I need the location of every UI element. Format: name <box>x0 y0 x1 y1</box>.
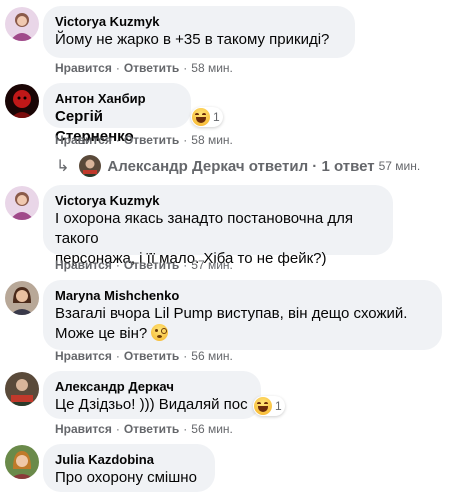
avatar[interactable] <box>5 186 39 220</box>
reply-button[interactable]: Ответить <box>124 61 179 75</box>
comment-author[interactable]: Александр Деркач <box>55 379 249 395</box>
haha-reaction-icon <box>254 397 272 415</box>
comment-bubble: Maryna Mishchenko Взагалі вчора Lil Pump… <box>43 280 442 350</box>
comment-timestamp[interactable]: 58 мин. <box>191 61 233 75</box>
comment-timestamp[interactable]: 56 мин. <box>191 349 233 363</box>
comment-timestamp[interactable]: 58 мин. <box>191 133 233 147</box>
avatar[interactable] <box>5 372 39 406</box>
comment-text-line: Може це він? <box>55 324 430 344</box>
comment-bubble: Александр Деркач Це Дзідзьо! ))) Видаляй… <box>43 371 261 419</box>
avatar <box>79 155 102 177</box>
comment-timestamp[interactable]: 56 мин. <box>191 422 233 436</box>
monocle-face-emoji-icon <box>151 324 169 341</box>
like-button[interactable]: Нравится <box>55 349 112 363</box>
comment-author[interactable]: Julia Kazdobina <box>55 452 203 468</box>
reply-arrow-icon: ↳ <box>56 158 70 175</box>
separator: · <box>183 133 188 147</box>
separator: · <box>183 258 188 272</box>
separator: · <box>183 349 188 363</box>
comment-bubble: Антон Ханбир Сергій Стерненко <box>43 83 191 145</box>
comment-text: Це Дзідзьо! ))) Видаляй пос <box>55 396 248 413</box>
reaction-count: 1 <box>213 110 220 124</box>
comment-bubble: Victorya Kuzmyk І охорона якась занадто … <box>43 185 393 267</box>
reply-button[interactable]: Ответить <box>124 133 179 147</box>
separator: · <box>183 61 188 75</box>
comment-bubble: Victorya Kuzmyk Йому не жарко в +35 в та… <box>43 6 355 58</box>
comment-timestamp[interactable]: 57 мин. <box>191 258 233 272</box>
separator: · <box>183 422 188 436</box>
reaction-count: 1 <box>275 399 282 413</box>
comment-bubble: Julia Kazdobina Про охорону смішно <box>43 444 215 492</box>
reply-thread-timestamp: 57 мин. <box>378 159 421 173</box>
reaction-badge[interactable]: 1 <box>191 107 223 127</box>
haha-reaction-icon <box>192 108 210 126</box>
separator: · <box>115 133 120 147</box>
comment-author[interactable]: Антон Ханбир <box>55 91 179 107</box>
separator: · <box>115 422 120 436</box>
comment-actions: Нравится · Ответить · 56 мин. <box>55 348 233 364</box>
reply-button[interactable]: Ответить <box>124 422 179 436</box>
reaction-badge[interactable]: 1 <box>253 396 285 416</box>
comment-author[interactable]: Victorya Kuzmyk <box>55 14 343 30</box>
reply-button[interactable]: Ответить <box>124 258 179 272</box>
like-button[interactable]: Нравится <box>55 61 112 75</box>
comment-actions: Нравится · Ответить · 58 мин. <box>55 60 233 76</box>
reply-button[interactable]: Ответить <box>124 349 179 363</box>
like-button[interactable]: Нравится <box>55 258 112 272</box>
comment-actions: Нравится · Ответить · 56 мин. <box>55 421 233 437</box>
view-replies-link[interactable]: ↳ Александр Деркач ответил · 1 ответ 57 … <box>56 155 420 177</box>
comment-actions: Нравится · Ответить · 58 мин. <box>55 132 233 148</box>
comment-text: Взагалі вчора Lil Pump виступав, він дещ… <box>55 305 408 322</box>
comment-text: Може це він? <box>55 325 148 342</box>
reply-thread-text[interactable]: Александр Деркач ответил · 1 ответ <box>107 158 374 175</box>
comment-text: Йому не жарко в +35 в такому прикиді? <box>55 31 330 48</box>
comment-text: Про охорону смішно <box>55 469 197 486</box>
comment-actions: Нравится · Ответить · 57 мин. <box>55 257 233 273</box>
comment-author[interactable]: Maryna Mishchenko <box>55 288 430 304</box>
avatar[interactable] <box>5 84 39 118</box>
comment-text: І охорона якась занадто постановочна для… <box>55 210 353 247</box>
avatar[interactable] <box>5 445 39 479</box>
avatar[interactable] <box>5 7 39 41</box>
avatar[interactable] <box>5 281 39 315</box>
separator: · <box>115 61 120 75</box>
like-button[interactable]: Нравится <box>55 133 112 147</box>
separator: · <box>115 258 120 272</box>
like-button[interactable]: Нравится <box>55 422 112 436</box>
separator: · <box>115 349 120 363</box>
comment-author[interactable]: Victorya Kuzmyk <box>55 193 381 209</box>
